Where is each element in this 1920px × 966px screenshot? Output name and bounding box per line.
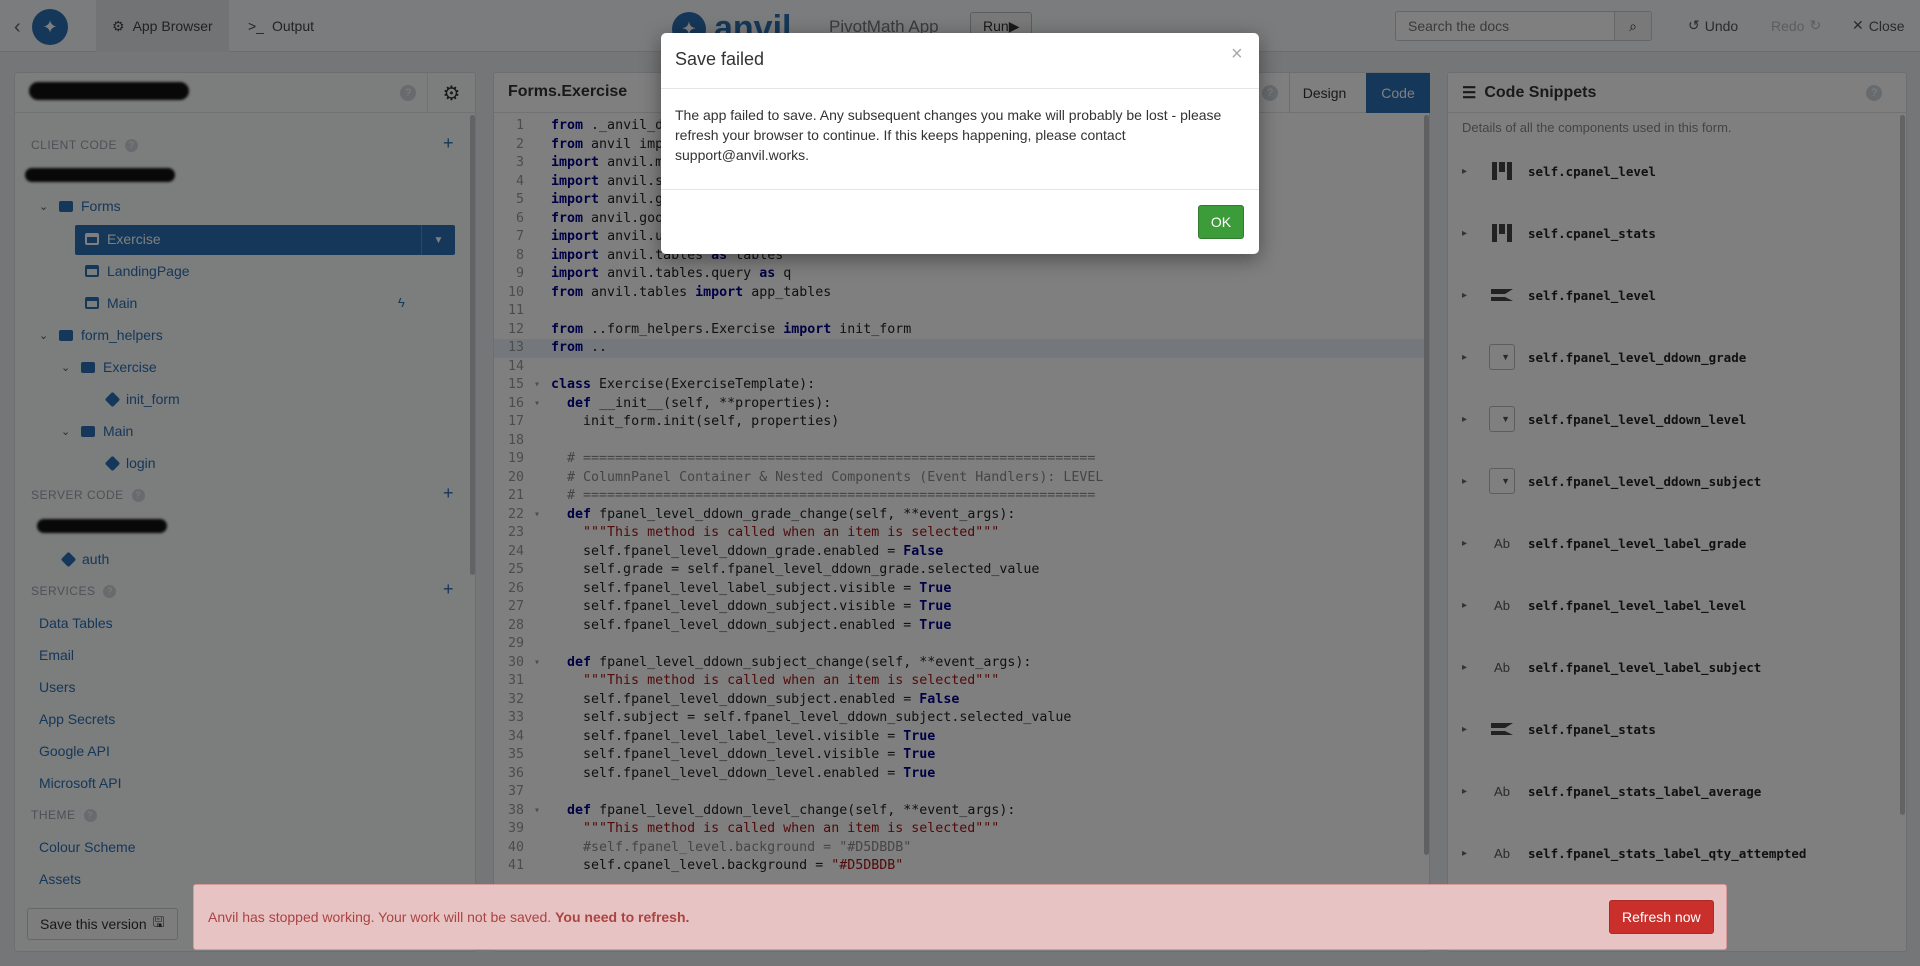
dialog-title: Save failed (675, 49, 765, 69)
ok-button[interactable]: OK (1198, 205, 1244, 239)
error-message: Anvil has stopped working. Your work wil… (208, 909, 689, 925)
error-message-text: Anvil has stopped working. Your work wil… (208, 909, 552, 925)
divider (661, 88, 1259, 89)
dialog-close-icon[interactable]: × (1231, 43, 1243, 66)
refresh-now-button[interactable]: Refresh now (1609, 900, 1714, 934)
save-failed-dialog: Save failed × The app failed to save. An… (661, 33, 1259, 254)
error-notification-bar: Anvil has stopped working. Your work wil… (193, 884, 1727, 950)
error-message-emphasis: You need to refresh. (555, 909, 690, 925)
divider (661, 189, 1259, 190)
dialog-body: The app failed to save. Any subsequent c… (675, 107, 1222, 163)
